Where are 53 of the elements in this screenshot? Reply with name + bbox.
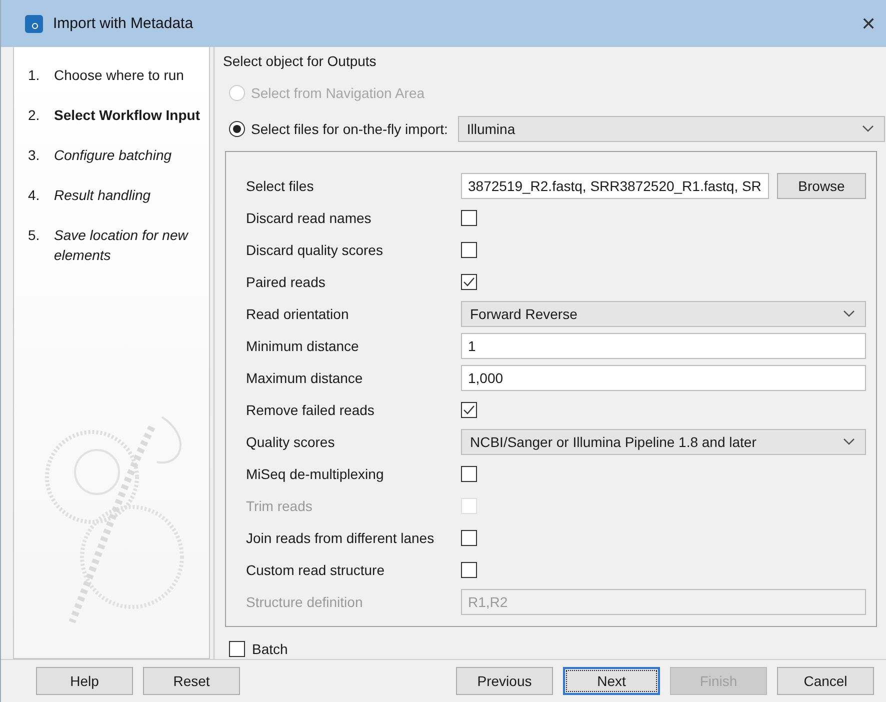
field-label: Discard read names	[246, 210, 372, 226]
checkbox[interactable]	[461, 274, 477, 290]
checkbox[interactable]	[461, 242, 477, 258]
browse-button[interactable]: Browse	[777, 173, 866, 199]
step-label[interactable]: Result handling	[54, 185, 209, 205]
step-number: 2.	[28, 106, 41, 125]
step-label[interactable]: Select Workflow Input	[54, 105, 209, 125]
files-field[interactable]: 3872519_R2.fastq, SRR3872520_R1.fastq, SR	[461, 173, 769, 199]
checkbox[interactable]	[461, 562, 477, 578]
window-title: Import with Metadata	[53, 15, 194, 32]
field-label: Trim reads	[246, 498, 314, 514]
step-number: 5.	[28, 226, 41, 245]
dropdown[interactable]: Forward Reverse	[461, 301, 866, 327]
field-label: Paired reads	[246, 274, 326, 290]
chevron-down-icon	[843, 438, 855, 446]
checkbox[interactable]	[229, 641, 245, 657]
chevron-down-icon	[862, 125, 874, 133]
field-label: Structure definition	[246, 594, 364, 610]
field-label: Discard quality scores	[246, 242, 384, 258]
field-label: Join reads from different lanes	[246, 530, 436, 546]
field-label: Read orientation	[246, 306, 350, 322]
field-label: Minimum distance	[246, 338, 360, 354]
step-number: 1.	[28, 66, 41, 85]
dialog-button[interactable]: Help	[36, 667, 133, 695]
dialog-button[interactable]: Previous	[456, 667, 553, 695]
checkbox[interactable]	[461, 466, 477, 482]
step-label[interactable]: Configure batching	[54, 145, 209, 165]
chevron-down-icon	[843, 310, 855, 318]
field-label: Select files	[246, 178, 315, 194]
dropdown[interactable]: NCBI/Sanger or Illumina Pipeline 1.8 and later	[461, 429, 866, 455]
step-number: 3.	[28, 146, 41, 165]
dialog-button[interactable]: Reset	[143, 667, 240, 695]
field-label: Remove failed reads	[246, 402, 376, 418]
text-field[interactable]: 1,000	[461, 365, 866, 391]
checkbox[interactable]	[461, 210, 477, 226]
step-label[interactable]: Choose where to run	[54, 65, 209, 85]
field-label: Quality scores	[246, 434, 336, 450]
step-number: 4.	[28, 186, 41, 205]
dialog-button[interactable]: Cancel	[777, 667, 874, 695]
format-dropdown[interactable]: Illumina	[458, 116, 885, 142]
text-field[interactable]: 1	[461, 333, 866, 359]
dialog-button[interactable]: Next	[563, 667, 660, 695]
section-title: Select object for Outputs	[223, 53, 378, 71]
close-button[interactable]: ✕	[861, 12, 876, 34]
field-label: Maximum distance	[246, 370, 364, 386]
checkbox[interactable]	[461, 530, 477, 546]
step-label[interactable]: Save location for new elements	[54, 225, 209, 265]
field-label: MiSeq de-multiplexing	[246, 466, 385, 482]
field-label: Custom read structure	[246, 562, 386, 578]
checkbox[interactable]	[461, 402, 477, 418]
checkbox-label: Batch	[252, 641, 288, 657]
app-icon	[25, 14, 43, 32]
radio-option[interactable]: Select files for on-the-fly import:	[223, 121, 448, 137]
